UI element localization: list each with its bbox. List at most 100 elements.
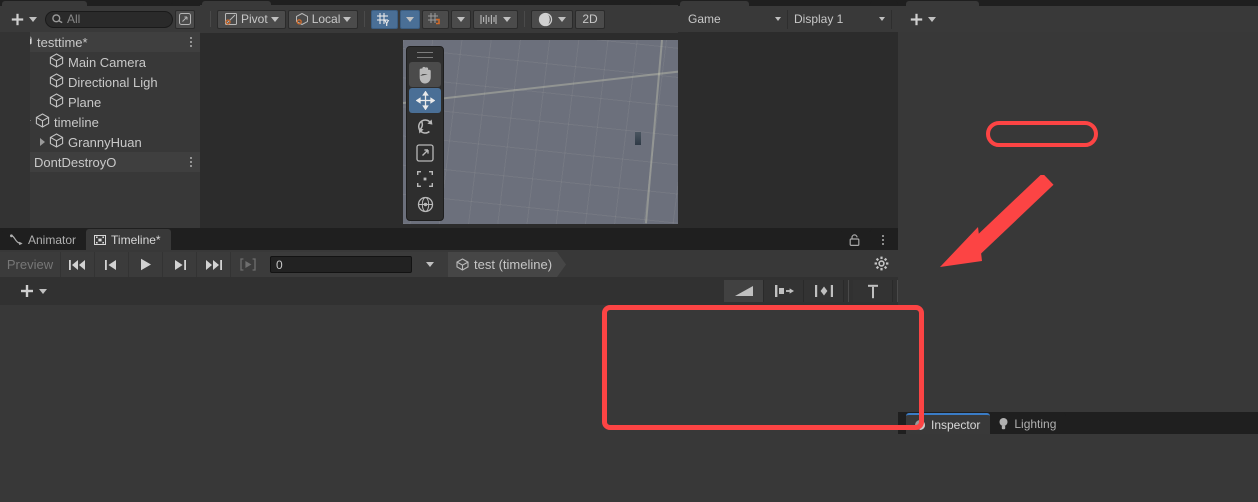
play-button[interactable] bbox=[128, 252, 162, 277]
tab-animator[interactable]: Animator bbox=[2, 229, 87, 250]
divider bbox=[848, 280, 849, 302]
svg-text:Y: Y bbox=[384, 19, 390, 27]
chevron-down-icon bbox=[558, 16, 567, 22]
search-icon bbox=[52, 13, 63, 23]
tab-inspector-label: Inspector bbox=[931, 417, 981, 432]
hierarchy-item[interactable]: Directional Ligh bbox=[0, 72, 200, 92]
timeline-frame-input[interactable]: 0 bbox=[270, 256, 412, 273]
hierarchy-add-button[interactable] bbox=[5, 10, 43, 29]
hierarchy-item[interactable]: Plane bbox=[0, 92, 200, 112]
chevron-down-icon bbox=[457, 16, 466, 22]
hierarchy-item[interactable]: timeline bbox=[0, 112, 200, 132]
timeline-tabstrip[interactable]: Animator Timeline* bbox=[0, 228, 898, 250]
mix-mode-button[interactable] bbox=[724, 280, 764, 302]
hierarchy-item-label: DontDestroyO bbox=[34, 154, 117, 170]
ripple-mode-button[interactable] bbox=[764, 280, 804, 302]
snap-increment-button[interactable] bbox=[422, 9, 450, 29]
hierarchy-search-input[interactable]: All bbox=[45, 10, 173, 28]
divider bbox=[524, 11, 526, 27]
lock-icon bbox=[849, 233, 860, 246]
next-frame-icon bbox=[175, 259, 186, 270]
gameobject-icon bbox=[49, 73, 64, 91]
hierarchy-indent-gutter bbox=[0, 32, 30, 228]
pivot-label: Pivot bbox=[241, 12, 268, 26]
hierarchy-item[interactable]: Main Camera bbox=[0, 52, 200, 72]
prev-frame-button[interactable] bbox=[94, 252, 128, 277]
play-icon bbox=[140, 258, 151, 271]
project-add-button[interactable] bbox=[904, 10, 942, 29]
timeline-toolbar: Preview 0 test (timeline) bbox=[0, 252, 898, 277]
scene-toolbar: Pivot Local Y 2D bbox=[200, 5, 678, 33]
game-display-dropdown[interactable]: Display 1 bbox=[788, 9, 892, 29]
hierarchy-tree[interactable]: testtime* Main Camera Directional Ligh Plan… bbox=[0, 32, 200, 228]
prev-frame-icon bbox=[105, 259, 116, 270]
game-display-label: Display 1 bbox=[794, 12, 844, 26]
rect-tool-button[interactable] bbox=[409, 166, 441, 191]
timeline-lock-button[interactable] bbox=[841, 229, 870, 250]
hierarchy-item[interactable]: DontDestroyO bbox=[0, 152, 200, 172]
hierarchy-search-placeholder: All bbox=[67, 12, 81, 26]
grid-axis-button[interactable]: Y bbox=[371, 9, 399, 29]
play-range-button[interactable] bbox=[230, 252, 264, 277]
game-toolbar: Game Display 1 bbox=[678, 6, 898, 32]
snap-increment-dropdown[interactable] bbox=[451, 9, 472, 29]
lighting-tab-icon bbox=[999, 418, 1008, 430]
timeline-preview-button[interactable]: Preview bbox=[0, 252, 60, 277]
inspector-tab-icon bbox=[915, 419, 925, 430]
hierarchy-item-label: GrannyHuan bbox=[68, 134, 142, 150]
tab-timeline[interactable]: Timeline* bbox=[86, 229, 171, 250]
hierarchy-item[interactable]: GrannyHuan bbox=[0, 132, 200, 152]
hierarchy-item-label: timeline bbox=[54, 114, 99, 130]
ruler-icon bbox=[480, 14, 497, 24]
pivot-mode-button[interactable]: Pivot bbox=[217, 9, 286, 29]
transform-tool-button[interactable] bbox=[409, 192, 441, 217]
grid-size-button[interactable] bbox=[473, 9, 519, 29]
grid-axis-dropdown[interactable] bbox=[400, 9, 421, 29]
hierarchy-item[interactable]: testtime* bbox=[0, 32, 200, 52]
mix-mode-icon bbox=[734, 286, 753, 296]
hierarchy-panel: testtime* Main Camera Directional Ligh Plan… bbox=[0, 0, 200, 228]
inspector-tabstrip[interactable]: Inspector Lighting bbox=[898, 412, 1258, 434]
scene-tool-palette[interactable] bbox=[406, 46, 444, 221]
plus-icon bbox=[910, 13, 923, 25]
hierarchy-item-menu[interactable] bbox=[186, 157, 196, 167]
tab-inspector[interactable]: Inspector bbox=[906, 413, 991, 434]
timeline-add-track-button[interactable] bbox=[14, 282, 53, 301]
local-space-icon bbox=[295, 12, 308, 26]
rotate-tool-button[interactable] bbox=[409, 114, 441, 139]
hand-tool-button[interactable] bbox=[409, 62, 441, 87]
hierarchy-item-menu[interactable] bbox=[186, 37, 196, 47]
timeline-frame-dropdown[interactable] bbox=[420, 255, 440, 274]
go-to-end-button[interactable] bbox=[196, 252, 230, 277]
disclosure-arrow-icon[interactable] bbox=[40, 138, 45, 146]
toggle-2d-button[interactable]: 2D bbox=[575, 9, 605, 29]
timeline-snap-button[interactable] bbox=[853, 280, 893, 302]
timeline-breadcrumb-chip[interactable]: test (timeline) bbox=[448, 252, 566, 277]
gameobject-icon bbox=[49, 93, 64, 111]
move-icon bbox=[415, 91, 435, 110]
rotate-icon bbox=[417, 119, 432, 134]
gear-icon bbox=[874, 256, 889, 270]
go-to-start-button[interactable] bbox=[60, 252, 94, 277]
scene-lighting-button[interactable] bbox=[531, 9, 574, 29]
move-tool-button[interactable] bbox=[409, 88, 441, 113]
drag-handle-icon[interactable] bbox=[417, 52, 433, 58]
scale-tool-button[interactable] bbox=[409, 140, 441, 165]
handle-space-button[interactable]: Local bbox=[287, 9, 359, 29]
tab-lighting[interactable]: Lighting bbox=[990, 413, 1067, 434]
chevron-down-icon bbox=[270, 16, 279, 22]
replace-mode-icon bbox=[814, 285, 833, 297]
expand-search-icon bbox=[179, 13, 191, 25]
tab-animator-label: Animator bbox=[28, 232, 77, 247]
hierarchy-search-options-button[interactable] bbox=[175, 9, 195, 29]
game-view-mode-dropdown[interactable]: Game bbox=[682, 9, 788, 29]
replace-mode-button[interactable] bbox=[804, 280, 844, 302]
timeline-panel-menu[interactable] bbox=[870, 229, 898, 250]
timeline-breadcrumb[interactable]: test (timeline) bbox=[448, 252, 898, 277]
next-frame-button[interactable] bbox=[162, 252, 196, 277]
project-panel: Assets›ResAll›Scenes›scene1› GrannyHuang… bbox=[898, 0, 1258, 412]
timeline-settings-button[interactable] bbox=[868, 256, 898, 274]
snap-grid-icon bbox=[428, 13, 441, 25]
chevron-down-icon bbox=[775, 17, 781, 21]
